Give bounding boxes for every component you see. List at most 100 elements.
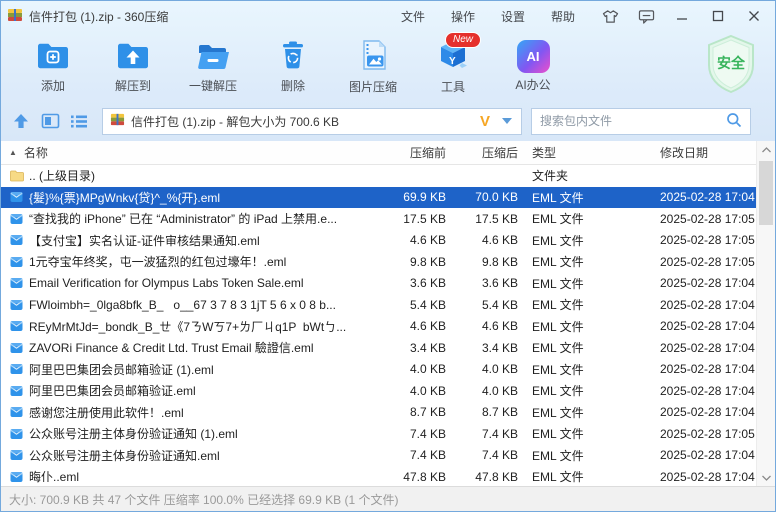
modified-date: 2025-02-28 17:04 <box>648 384 756 398</box>
search-box[interactable] <box>531 108 751 135</box>
column-header-after[interactable]: 压缩后 <box>446 144 518 161</box>
image-compress-button-label: 图片压缩 <box>349 78 397 95</box>
statusbar: 大小: 700.9 KB 共 47 个文件 压缩率 100.0% 已经选择 69… <box>1 486 775 511</box>
table-row[interactable]: 感谢您注册使用此软件！.eml 8.7 KB 8.7 KB EML 文件 202… <box>1 402 756 424</box>
table-row[interactable]: 阿里巴巴集团会员邮箱验证 (1).eml 4.0 KB 4.0 KB EML 文… <box>1 359 756 381</box>
menu-help[interactable]: 帮助 <box>551 8 575 25</box>
size-before: 3.6 KB <box>374 276 446 290</box>
modified-date: 2025-02-28 17:05 <box>648 427 756 441</box>
file-name: “查找我的 iPhone” 已在 “Administrator” 的 iPad … <box>29 210 337 227</box>
table-row[interactable]: 晦仆..eml 47.8 KB 47.8 KB EML 文件 2025-02-2… <box>1 466 756 488</box>
extract-to-button-label: 解压到 <box>115 77 151 94</box>
table-row[interactable]: Email Verification for Olympus Labs Toke… <box>1 273 756 295</box>
file-name: .. (上级目录) <box>29 167 95 184</box>
image-compress-icon <box>356 38 390 75</box>
scroll-down-icon[interactable] <box>757 469 775 486</box>
modified-date: 2025-02-28 17:04 <box>648 362 756 376</box>
table-row[interactable]: .. (上级目录) 文件夹 <box>1 165 756 187</box>
modified-date: 2025-02-28 17:05 <box>648 212 756 226</box>
preview-pane-icon[interactable] <box>40 111 60 131</box>
column-header-name[interactable]: ▲ 名称 <box>1 144 374 161</box>
chevron-down-icon[interactable] <box>502 118 512 124</box>
menu-file[interactable]: 文件 <box>401 8 425 25</box>
modified-date: 2025-02-28 17:04 <box>648 276 756 290</box>
column-header-row: ▲ 名称 压缩前 压缩后 类型 修改日期 <box>1 141 756 165</box>
column-header-type[interactable]: 类型 <box>518 144 648 161</box>
size-after: 7.4 KB <box>446 448 518 462</box>
table-row[interactable]: 阿里巴巴集团会员邮箱验证.eml 4.0 KB 4.0 KB EML 文件 20… <box>1 380 756 402</box>
image-compress-button[interactable]: 图片压缩 <box>333 35 413 97</box>
menu-operation[interactable]: 操作 <box>451 8 475 25</box>
file-name: REyMrMtJd=_bondk_B_ㄝ《7ㄋWㄎ7+ㄌ厂ㄐq1P bWtㄅ..… <box>29 318 346 335</box>
table-row[interactable]: REyMrMtJd=_bondk_B_ㄝ《7ㄋWㄎ7+ㄌ厂ㄐq1P bWtㄅ..… <box>1 316 756 338</box>
sort-ascending-icon: ▲ <box>9 148 17 157</box>
new-badge: New <box>445 32 481 48</box>
size-after: 7.4 KB <box>446 427 518 441</box>
column-header-before[interactable]: 压缩前 <box>374 144 446 161</box>
skin-icon[interactable] <box>599 5 621 27</box>
size-before: 69.9 KB <box>374 190 446 204</box>
list-view-icon[interactable] <box>69 111 89 131</box>
table-row[interactable]: 公众账号注册主体身份验证通知 (1).eml 7.4 KB 7.4 KB EML… <box>1 423 756 445</box>
table-row[interactable]: 公众账号注册主体身份验证通知.eml 7.4 KB 7.4 KB EML 文件 … <box>1 445 756 467</box>
eml-file-icon <box>9 362 24 376</box>
size-after: 4.0 KB <box>446 362 518 376</box>
file-type: 文件夹 <box>518 167 648 184</box>
eml-file-icon <box>9 190 24 204</box>
version-mark: V <box>480 113 490 130</box>
maximize-button[interactable] <box>707 5 729 27</box>
file-type: EML 文件 <box>518 382 648 399</box>
search-input[interactable] <box>540 114 726 128</box>
file-name: 晦仆..eml <box>29 468 79 485</box>
size-after: 47.8 KB <box>446 470 518 484</box>
file-name: 【支付宝】实名认证-证件审核结果通知.eml <box>29 232 260 249</box>
security-shield[interactable]: 安全 <box>703 33 759 95</box>
ai-office-button[interactable]: AI AI办公 <box>493 35 573 97</box>
window-chrome: 信件打包 (1).zip - 360压缩 文件 操作 设置 帮助 <box>1 1 775 141</box>
file-name: ZAVORi Finance & Credit Ltd. Trust Email… <box>29 339 314 356</box>
feedback-icon[interactable] <box>635 5 657 27</box>
size-after: 4.0 KB <box>446 384 518 398</box>
table-row[interactable]: ZAVORi Finance & Credit Ltd. Trust Email… <box>1 337 756 359</box>
eml-file-icon <box>9 384 24 398</box>
scrollbar-thumb[interactable] <box>759 161 773 225</box>
modified-date: 2025-02-28 17:04 <box>648 448 756 462</box>
tools-button[interactable]: New Y 工具 <box>413 35 493 97</box>
file-name: 感谢您注册使用此软件！.eml <box>29 404 184 421</box>
up-arrow-icon[interactable] <box>11 111 31 131</box>
file-name: 阿里巴巴集团会员邮箱验证 (1).eml <box>29 361 214 378</box>
security-label: 安全 <box>703 53 759 73</box>
close-button[interactable] <box>743 5 765 27</box>
vertical-scrollbar[interactable] <box>756 141 775 486</box>
file-name: 公众账号注册主体身份验证通知.eml <box>29 447 220 464</box>
scroll-up-icon[interactable] <box>757 141 775 158</box>
extract-to-button[interactable]: 解压到 <box>93 35 173 97</box>
size-before: 47.8 KB <box>374 470 446 484</box>
add-button[interactable]: 添加 <box>13 35 93 97</box>
search-icon[interactable] <box>726 112 742 131</box>
table-row[interactable]: “查找我的 iPhone” 已在 “Administrator” 的 iPad … <box>1 208 756 230</box>
eml-file-icon <box>9 405 24 419</box>
file-type: EML 文件 <box>518 296 648 313</box>
table-row[interactable]: 【支付宝】实名认证-证件审核结果通知.eml 4.6 KB 4.6 KB EML… <box>1 230 756 252</box>
menubar: 文件 操作 设置 帮助 <box>401 8 575 25</box>
add-button-label: 添加 <box>41 77 65 94</box>
column-header-date[interactable]: 修改日期 <box>648 144 756 161</box>
folder-icon <box>9 169 24 183</box>
archive-path-combobox[interactable]: 信件打包 (1).zip - 解包大小为 700.6 KB V <box>102 108 522 135</box>
menu-settings[interactable]: 设置 <box>501 8 525 25</box>
delete-button[interactable]: 删除 <box>253 35 333 97</box>
table-row[interactable]: {髮}%{票}MPgWnkv{贷}^_%{开}.eml 69.9 KB 70.0… <box>1 187 756 209</box>
eml-file-icon <box>9 233 24 247</box>
file-type: EML 文件 <box>518 275 648 292</box>
ai-office-button-label: AI办公 <box>515 76 550 93</box>
status-text: 大小: 700.9 KB 共 47 个文件 压缩率 100.0% 已经选择 69… <box>9 491 398 508</box>
table-row[interactable]: 1元夺宝年终奖，屯一波猛烈的红包过壕年！.eml 9.8 KB 9.8 KB E… <box>1 251 756 273</box>
one-click-extract-button[interactable]: 一键解压 <box>173 35 253 97</box>
addressbar: 信件打包 (1).zip - 解包大小为 700.6 KB V <box>1 101 775 141</box>
minimize-button[interactable] <box>671 5 693 27</box>
table-row[interactable]: FWloimbh=_0lga8bfk_B_ o__67 3 7 8 3 1jT … <box>1 294 756 316</box>
modified-date: 2025-02-28 17:04 <box>648 470 756 484</box>
eml-file-icon <box>9 427 24 441</box>
size-before: 17.5 KB <box>374 212 446 226</box>
